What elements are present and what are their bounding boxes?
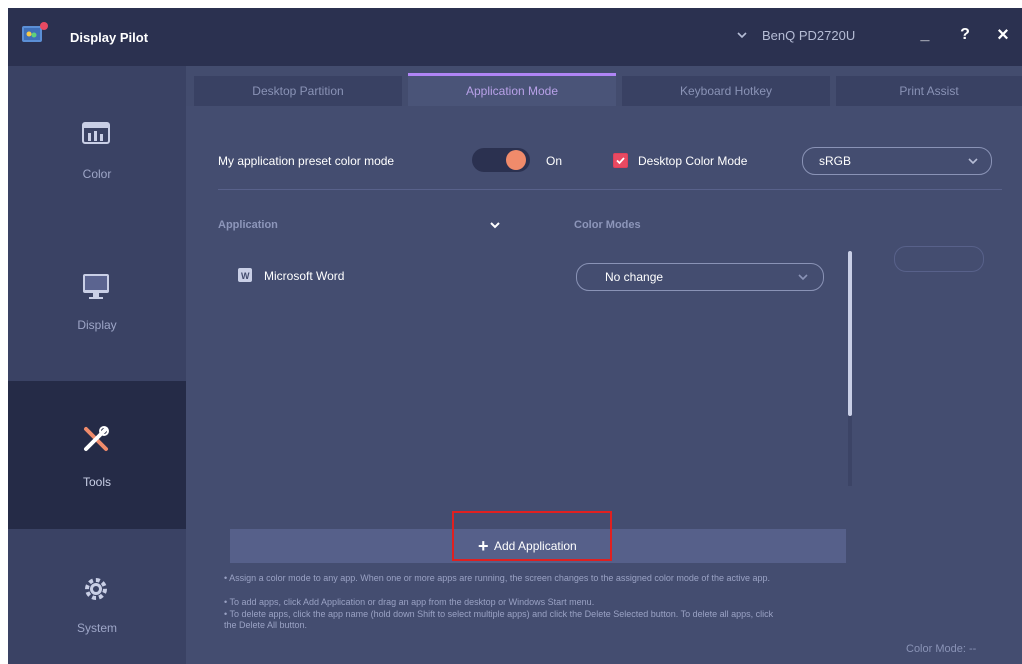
highlight-box xyxy=(452,511,612,561)
tab-print-assist[interactable]: Print Assist xyxy=(836,76,1022,106)
tab-keyboard-hotkey[interactable]: Keyboard Hotkey xyxy=(622,76,830,106)
scrollbar[interactable] xyxy=(848,251,852,486)
tab-bar: Desktop Partition Application Mode Keybo… xyxy=(186,66,1022,106)
title-bar: Display Pilot BenQ PD2720U _ ? × xyxy=(8,8,1022,66)
sort-chevron-icon[interactable] xyxy=(489,219,501,231)
app-title: Display Pilot xyxy=(70,30,149,45)
sidebar-item-color[interactable]: Color xyxy=(8,66,186,216)
select-value: sRGB xyxy=(819,154,852,168)
toggle-knob xyxy=(506,150,526,170)
gear-icon xyxy=(85,578,107,600)
tools-icon xyxy=(84,426,109,451)
sidebar-item-label: Display xyxy=(77,318,117,332)
tab-desktop-partition[interactable]: Desktop Partition xyxy=(194,76,402,106)
select-value: No change xyxy=(605,270,664,284)
preset-color-mode-label: My application preset color mode xyxy=(218,154,395,168)
tab-application-mode[interactable]: Application Mode xyxy=(408,73,616,106)
application-mode-panel: My application preset color mode On Desk… xyxy=(186,106,1022,664)
chevron-down-icon xyxy=(798,274,808,281)
color-mode-select[interactable]: No change xyxy=(576,263,824,291)
desktop-color-mode-label: Desktop Color Mode xyxy=(638,154,748,168)
word-app-icon: W xyxy=(238,268,252,282)
toggle-state-label: On xyxy=(546,154,563,168)
sidebar-item-label: Tools xyxy=(82,475,111,489)
sidebar-item-tools[interactable]: Tools xyxy=(8,381,186,529)
chevron-down-icon xyxy=(737,32,747,39)
chevron-down-icon xyxy=(968,158,978,165)
monitor-name: BenQ PD2720U xyxy=(762,28,856,43)
scrollbar-thumb[interactable] xyxy=(848,251,852,416)
desktop-color-mode-select[interactable]: sRGB xyxy=(802,147,992,175)
delete-selected-button[interactable] xyxy=(894,246,984,272)
column-header-application: Application xyxy=(218,219,278,231)
divider xyxy=(218,189,1002,190)
app-logo-icon xyxy=(22,22,48,42)
desktop-color-mode-checkbox[interactable] xyxy=(613,153,628,168)
app-name: Microsoft Word xyxy=(264,269,345,283)
sidebar-item-label: Color xyxy=(82,167,112,181)
column-header-color-modes: Color Modes xyxy=(574,219,641,231)
monitor-icon xyxy=(83,274,109,299)
sidebar-item-display[interactable]: Display xyxy=(8,216,186,381)
color-mode-status: Color Mode: -- xyxy=(906,643,977,655)
help-button[interactable]: ? xyxy=(952,22,978,48)
close-button[interactable]: × xyxy=(990,22,1016,48)
svg-text:W: W xyxy=(241,271,250,281)
sidebar-item-system[interactable]: System xyxy=(8,529,186,664)
checkmark-icon xyxy=(616,157,625,165)
preset-color-mode-toggle[interactable] xyxy=(472,148,530,172)
display-pilot-window: Display Pilot BenQ PD2720U _ ? × Color D… xyxy=(8,8,1022,664)
color-bars-icon xyxy=(82,122,110,144)
sidebar-item-label: System xyxy=(76,621,117,635)
hint-text: • To add apps, click Add Application or … xyxy=(224,597,595,607)
hint-text: • To delete apps, click the app name (ho… xyxy=(224,609,774,630)
hint-text: • Assign a color mode to any app. When o… xyxy=(224,573,770,583)
sidebar: Color Display Tools System xyxy=(8,66,186,664)
minimize-button[interactable]: _ xyxy=(912,22,938,48)
